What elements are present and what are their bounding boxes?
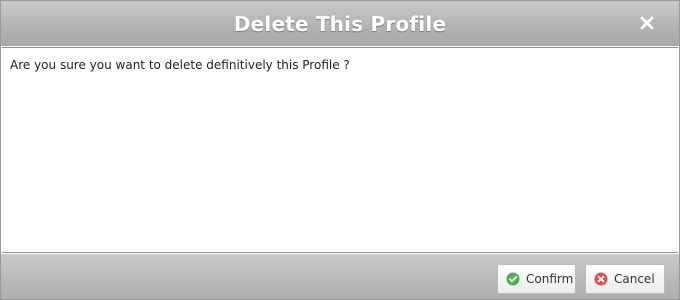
cancel-button[interactable]: Cancel [585,264,665,294]
confirmation-message: Are you sure you want to delete definiti… [10,58,350,72]
dialog-content: Are you sure you want to delete definiti… [2,47,678,253]
dialog-footer: Confirm Cancel [1,254,679,299]
confirm-button[interactable]: Confirm [497,264,576,294]
close-icon[interactable] [640,16,654,30]
delete-profile-dialog: Delete This Profile Are you sure you wan… [0,0,680,300]
close-button[interactable] [637,13,657,33]
cancel-circle-icon [594,272,608,286]
dialog-title: Delete This Profile [233,11,447,36]
cancel-label: Cancel [614,272,655,286]
check-circle-icon [506,272,520,286]
dialog-titlebar: Delete This Profile [1,1,679,46]
confirm-label: Confirm [526,272,574,286]
